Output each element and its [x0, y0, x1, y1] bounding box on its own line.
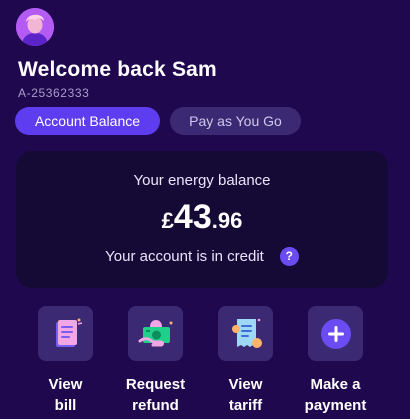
view-bill-label-line1: View	[48, 376, 83, 393]
request-refund-button[interactable]: Request refund	[126, 306, 185, 416]
view-bill-label: View bill	[26, 374, 106, 416]
request-refund-label: Request refund	[116, 374, 196, 416]
user-avatar-icon	[16, 8, 54, 46]
help-icon[interactable]: ?	[279, 247, 299, 266]
view-tariff-label-line1: View	[228, 376, 263, 393]
request-refund-label-line2: refund	[132, 397, 179, 414]
view-tariff-button[interactable]: View tariff	[218, 306, 273, 416]
page-title: Welcome back Sam	[18, 58, 217, 81]
view-bill-button[interactable]: View bill	[38, 306, 93, 416]
request-refund-tile[interactable]	[128, 306, 183, 361]
make-payment-button[interactable]: Make a payment	[305, 306, 366, 416]
tab-pay-as-you-go[interactable]: Pay as You Go	[170, 107, 301, 135]
account-number: A-25362333	[18, 86, 90, 100]
view-tariff-label-line2: tariff	[228, 397, 263, 414]
view-tariff-label: View tariff	[206, 374, 286, 416]
make-payment-label-line2: payment	[304, 397, 367, 414]
balance-card: Your energy balance £43.96 Your account …	[16, 151, 388, 288]
account-screen: Welcome back Sam A-25362333 Account Bala…	[0, 0, 410, 419]
view-tariff-tile[interactable]	[218, 306, 273, 361]
tariff-icon	[231, 318, 262, 348]
view-bill-tile[interactable]	[38, 306, 93, 361]
balance-label: Your energy balance	[133, 172, 271, 189]
balance-tabs: Account Balance Pay as You Go	[15, 107, 301, 135]
make-payment-label: Make a payment	[296, 374, 376, 416]
add-payment-icon	[320, 318, 351, 349]
credit-status: Your account is in credit	[105, 248, 264, 265]
balance-decimal: .96	[211, 208, 243, 233]
avatar[interactable]	[16, 8, 54, 46]
balance-currency: £	[161, 208, 174, 233]
quick-actions: View bill Request refund View tariff Mak…	[38, 306, 366, 416]
bill-icon	[55, 318, 82, 347]
make-payment-label-line1: Make a	[310, 376, 361, 393]
view-bill-label-line2: bill	[54, 397, 77, 414]
request-refund-label-line1: Request	[125, 376, 186, 393]
balance-whole: 43	[173, 198, 212, 236]
refund-icon	[138, 319, 172, 346]
tab-account-balance[interactable]: Account Balance	[15, 107, 160, 135]
balance-amount: £43.96	[16, 198, 388, 237]
make-payment-tile[interactable]	[308, 306, 363, 361]
credit-status-row: Your account is in credit ?	[16, 247, 388, 266]
